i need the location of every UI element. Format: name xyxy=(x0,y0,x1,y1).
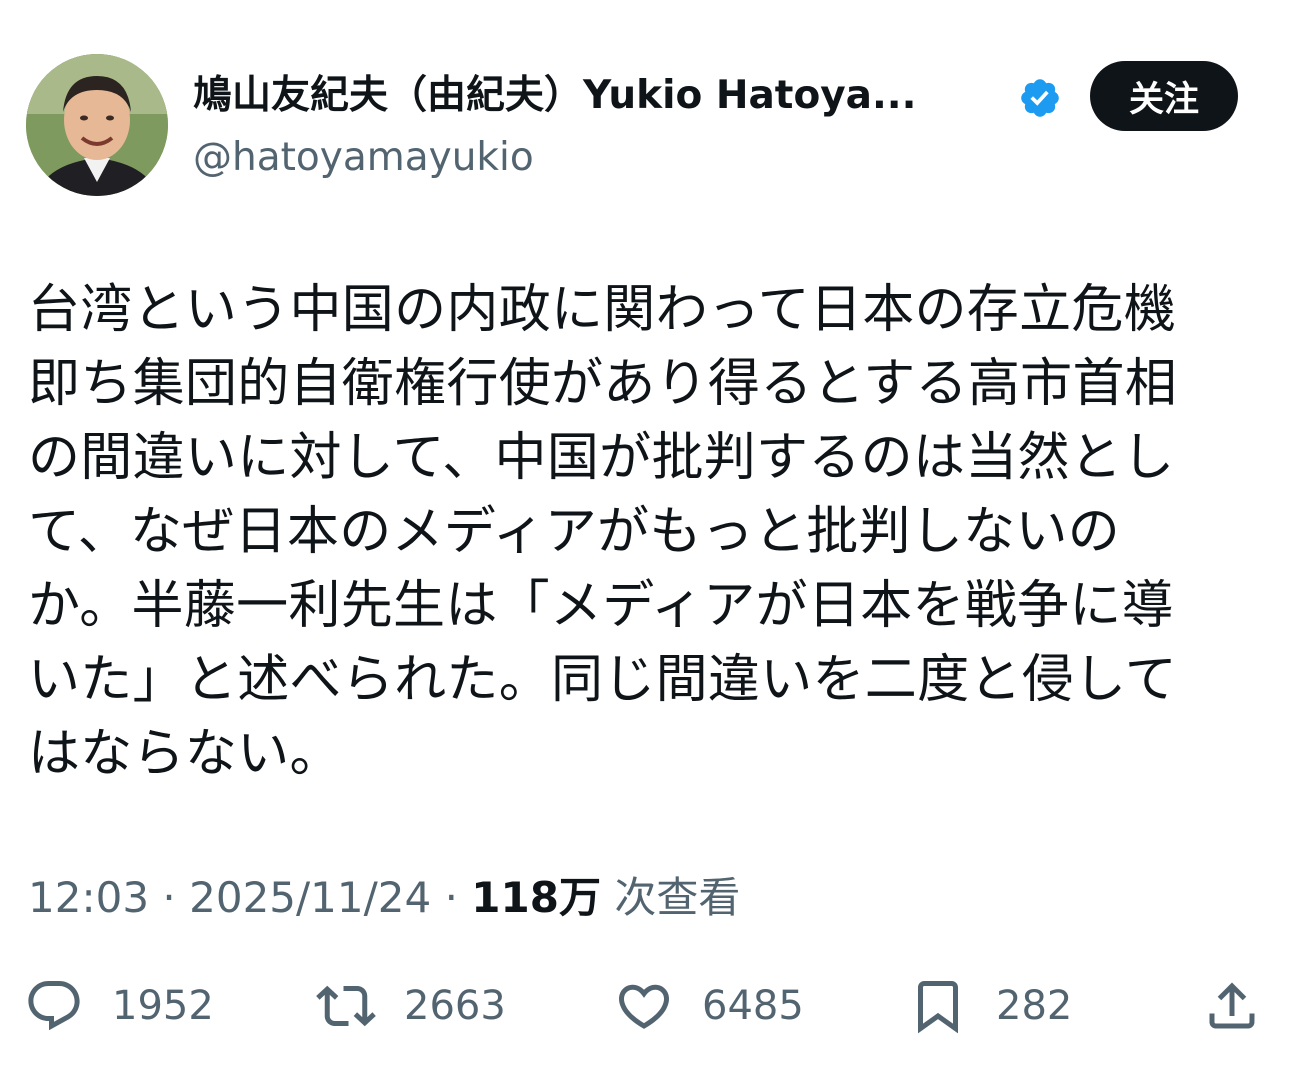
retweet-count: 2663 xyxy=(404,983,506,1029)
share-icon xyxy=(1209,982,1255,1029)
like-button[interactable]: 6485 xyxy=(614,975,804,1037)
meta-separator: · xyxy=(162,873,176,922)
heart-icon xyxy=(618,984,670,1029)
display-name[interactable]: 鳩山友紀夫（由紀夫）Yukio Hatoya... xyxy=(193,68,1013,124)
verified-badge-icon xyxy=(1018,76,1062,120)
share-button[interactable] xyxy=(1202,975,1262,1037)
retweet-button[interactable]: 2663 xyxy=(316,975,506,1037)
tweet-meta: 12:03 · 2025/11/24 · 118万 次查看 xyxy=(28,868,740,928)
bookmark-button[interactable]: 282 xyxy=(908,975,1072,1037)
tweet-date[interactable]: 2025/11/24 xyxy=(189,873,431,922)
views-count: 118万 xyxy=(471,873,601,922)
views-label: 次查看 xyxy=(614,873,741,922)
bookmark-icon xyxy=(918,981,958,1034)
follow-button[interactable]: 关注 xyxy=(1090,61,1238,131)
reply-count: 1952 xyxy=(112,983,214,1029)
reply-button[interactable]: 1952 xyxy=(24,975,214,1037)
tweet-time[interactable]: 12:03 xyxy=(28,873,149,922)
avatar-photo xyxy=(26,54,168,196)
like-count: 6485 xyxy=(702,983,804,1029)
retweet-icon xyxy=(316,985,376,1027)
user-handle[interactable]: @hatoyamayukio xyxy=(193,130,534,186)
tweet-text: 台湾という中国の内政に関わって日本の存立危機 即ち集団的自衛権行使があり得るとす… xyxy=(28,280,1178,784)
meta-separator: · xyxy=(444,873,458,922)
reply-icon xyxy=(28,981,80,1031)
avatar[interactable] xyxy=(26,54,168,196)
bookmark-count: 282 xyxy=(996,983,1073,1029)
